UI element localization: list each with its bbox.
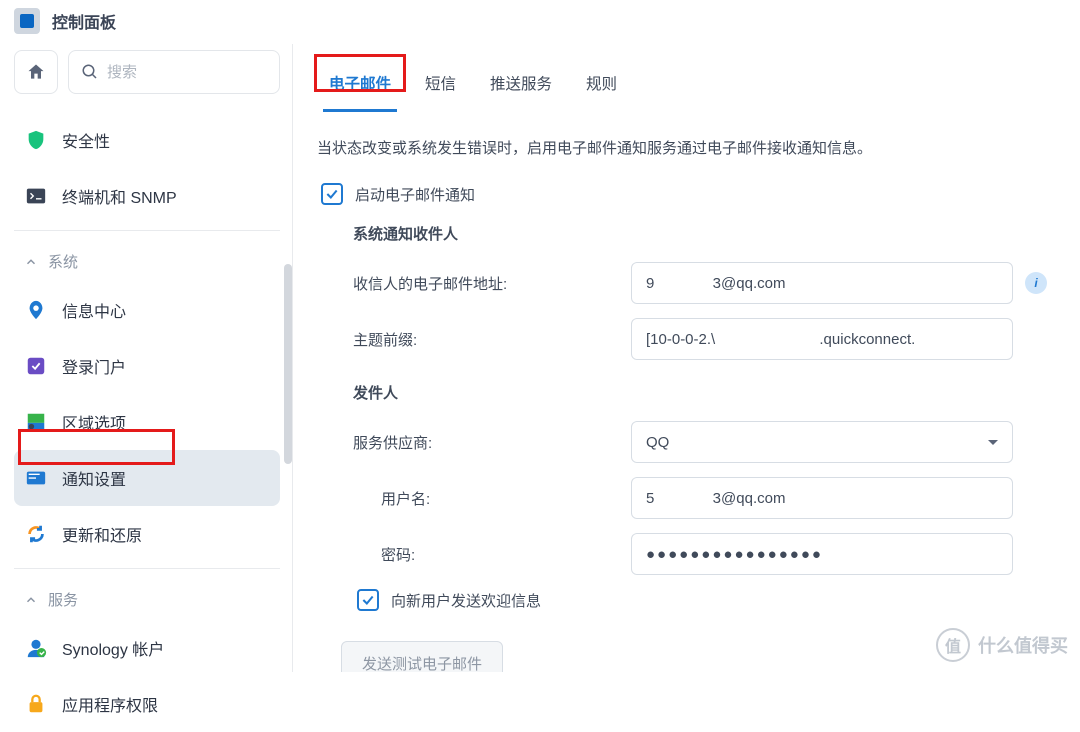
username-label: 用户名: <box>381 488 631 509</box>
sidebar-section-system[interactable]: 系统 <box>14 237 280 282</box>
welcome-checkbox-row[interactable]: 向新用户发送欢迎信息 <box>317 589 1048 611</box>
sidebar-item-login-portal[interactable]: 登录门户 <box>14 338 280 394</box>
tab-bar: 电子邮件 短信 推送服务 规则 <box>293 44 1048 113</box>
terminal-icon <box>24 184 48 208</box>
chevron-up-icon <box>24 593 38 607</box>
password-label: 密码: <box>381 544 631 565</box>
watermark: 值 什么值得买 <box>936 628 1068 662</box>
divider <box>14 568 280 569</box>
sidebar-item-label: 应用程序权限 <box>62 692 158 716</box>
search-input[interactable] <box>107 64 267 81</box>
sidebar-item-label: 终端机和 SNMP <box>62 184 177 208</box>
scrollbar-thumb[interactable] <box>284 264 292 464</box>
provider-select[interactable]: QQ <box>631 421 1013 463</box>
sidebar-item-terminal[interactable]: 终端机和 SNMP <box>14 168 280 224</box>
sidebar-item-label: 登录门户 <box>62 354 126 378</box>
checkbox-label: 向新用户发送欢迎信息 <box>391 590 541 611</box>
sidebar-item-regional[interactable]: 区域选项 <box>14 394 280 450</box>
info-icon <box>24 298 48 322</box>
checkbox-checked-icon <box>357 589 379 611</box>
search-icon <box>81 63 99 81</box>
sidebar-item-label: 通知设置 <box>62 466 126 490</box>
content-pane: 电子邮件 短信 推送服务 规则 当状态改变或系统发生错误时，启用电子邮件通知服务… <box>292 44 1080 672</box>
watermark-icon: 值 <box>936 628 970 662</box>
send-test-email-button[interactable]: 发送测试电子邮件 <box>341 641 503 672</box>
home-button[interactable] <box>14 50 58 94</box>
portal-icon <box>24 354 48 378</box>
tab-email[interactable]: 电子邮件 <box>323 66 397 112</box>
description-text: 当状态改变或系统发生错误时，启用电子邮件通知服务通过电子邮件接收通知信息。 <box>317 137 1048 161</box>
sender-section-header: 发件人 <box>353 382 1048 403</box>
sidebar-item-label: Synology 帐户 <box>62 636 164 660</box>
sidebar-item-synology-account[interactable]: Synology 帐户 <box>14 620 280 676</box>
tab-sms[interactable]: 短信 <box>419 66 462 112</box>
globe-icon <box>24 410 48 434</box>
recipient-label: 收信人的电子邮件地址: <box>353 273 631 294</box>
divider <box>14 230 280 231</box>
search-box[interactable] <box>68 50 280 94</box>
tab-rules[interactable]: 规则 <box>580 66 623 112</box>
tab-push[interactable]: 推送服务 <box>484 66 558 112</box>
home-icon <box>26 62 46 82</box>
sidebar-item-security[interactable]: 安全性 <box>14 112 280 168</box>
chevron-up-icon <box>24 255 38 269</box>
control-panel-icon <box>14 8 40 34</box>
info-icon[interactable]: i <box>1025 272 1047 294</box>
recipient-input[interactable] <box>631 262 1013 304</box>
password-input[interactable] <box>631 533 1013 575</box>
prefix-label: 主题前缀: <box>353 329 631 350</box>
sidebar-item-label: 区域选项 <box>62 410 126 434</box>
sidebar-item-update-restore[interactable]: 更新和还原 <box>14 506 280 562</box>
checkbox-label: 启动电子邮件通知 <box>355 184 475 205</box>
checkbox-checked-icon <box>321 183 343 205</box>
notification-icon <box>24 466 48 490</box>
lock-icon <box>24 692 48 716</box>
enable-email-checkbox-row[interactable]: 启动电子邮件通知 <box>317 183 1048 205</box>
sidebar: 安全性 终端机和 SNMP 系统 信息中心 登录门户 区域选项 通知设置 <box>0 44 292 732</box>
shield-icon <box>24 128 48 152</box>
account-icon <box>24 636 48 660</box>
sidebar-item-label: 安全性 <box>62 128 110 152</box>
sidebar-item-label: 更新和还原 <box>62 522 142 546</box>
title-bar: 控制面板 <box>0 0 1080 44</box>
prefix-input[interactable] <box>631 318 1013 360</box>
recipient-section-header: 系统通知收件人 <box>353 223 1048 244</box>
username-input[interactable] <box>631 477 1013 519</box>
sidebar-item-notification[interactable]: 通知设置 <box>14 450 280 506</box>
sidebar-item-app-permissions[interactable]: 应用程序权限 <box>14 676 280 732</box>
provider-label: 服务供应商: <box>353 432 631 453</box>
window-title: 控制面板 <box>52 9 116 33</box>
sidebar-section-services[interactable]: 服务 <box>14 575 280 620</box>
sidebar-item-info-center[interactable]: 信息中心 <box>14 282 280 338</box>
sidebar-item-label: 信息中心 <box>62 298 126 322</box>
update-icon <box>24 522 48 546</box>
